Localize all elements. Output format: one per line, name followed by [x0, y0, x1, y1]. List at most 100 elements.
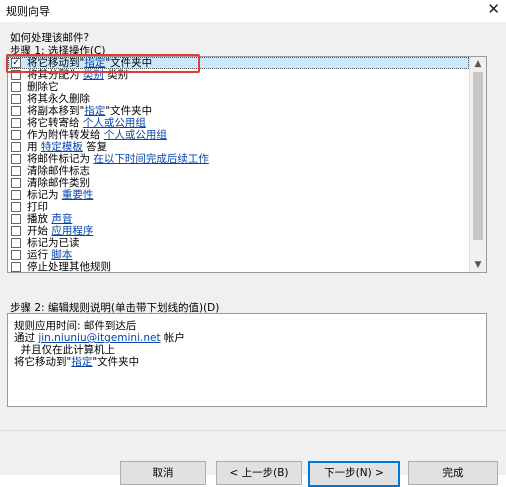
action-text: 作为附件转发给 [27, 129, 104, 141]
action-text: 删除它 [27, 81, 59, 93]
action-item[interactable]: ✓ 将它移动到"指定"文件夹中 [8, 57, 469, 69]
action-label: 作为附件转发给 个人或公用组 [27, 129, 167, 141]
action-checkbox[interactable] [11, 166, 21, 176]
action-item[interactable]: 清除邮件标志 [8, 165, 469, 177]
action-label: 运行 脚本 [27, 249, 72, 261]
finish-button[interactable]: 完成 [408, 461, 498, 485]
action-checkbox[interactable] [11, 70, 21, 80]
rule-description-box: 规则应用时间: 邮件到达后 通过 jin.niuniu@itgemini.net … [7, 313, 487, 407]
action-link[interactable]: 类别 [83, 69, 104, 81]
description-text: 帐户 [160, 332, 185, 344]
action-checkbox[interactable] [11, 202, 21, 212]
action-text: "文件夹中 [105, 105, 153, 117]
action-list-scrollbar[interactable]: ▲ ▼ [469, 57, 486, 272]
next-button[interactable]: 下一步(N) > [308, 461, 400, 487]
description-link[interactable]: 指定 [71, 356, 92, 368]
action-text: 停止处理其他规则 [27, 261, 111, 273]
action-text: 开始 [27, 225, 52, 237]
scroll-up-icon[interactable]: ▲ [470, 57, 486, 71]
action-item[interactable]: 删除它 [8, 81, 469, 93]
action-link[interactable]: 声音 [51, 213, 72, 225]
scroll-thumb[interactable] [473, 72, 483, 240]
action-link[interactable]: 指定 [84, 105, 105, 117]
action-text: 播放 [27, 213, 52, 225]
action-item[interactable]: 将邮件标记为 在以下时间完成后续工作 [8, 153, 469, 165]
action-text: 将它转寄给 [27, 117, 83, 129]
action-item[interactable]: 清除邮件类别 [8, 177, 469, 189]
button-bar: 取消 < 上一步(B) 下一步(N) > 完成 [0, 430, 506, 487]
action-checkbox[interactable] [11, 190, 21, 200]
action-checkbox[interactable] [11, 130, 21, 140]
action-checkbox[interactable] [11, 250, 21, 260]
action-text: 清除邮件标志 [27, 165, 90, 177]
action-text: 运行 [27, 249, 52, 261]
action-label: 用 特定模板 答复 [27, 141, 107, 153]
action-label: 标记为 重要性 [27, 189, 93, 201]
action-checkbox[interactable] [11, 142, 21, 152]
action-text: 清除邮件类别 [27, 177, 90, 189]
description-line: 将它移动到"指定"文件夹中 [14, 354, 139, 369]
action-item[interactable]: 打印 [8, 201, 469, 213]
action-list[interactable]: ▲ ▼ ✓ 将它移动到"指定"文件夹中 将其分配为 类别 类别 删除它 将其永久删除 将副… [7, 56, 487, 273]
action-label: 停止处理其他规则 [27, 261, 111, 273]
action-checkbox[interactable] [11, 82, 21, 92]
title-bar: 规则向导 ✕ [0, 0, 506, 22]
action-checkbox[interactable] [11, 238, 21, 248]
action-item[interactable]: 开始 应用程序 [8, 225, 469, 237]
action-checkbox[interactable] [11, 94, 21, 104]
action-item[interactable]: 将其永久删除 [8, 93, 469, 105]
action-label: 将它转寄给 个人或公用组 [27, 117, 146, 129]
action-checkbox[interactable] [11, 154, 21, 164]
action-text: 类别 [103, 69, 129, 81]
action-label: 将副本移到"指定"文件夹中 [27, 105, 152, 117]
action-item[interactable]: 将其分配为 类别 类别 [8, 69, 469, 81]
action-checkbox[interactable] [11, 178, 21, 188]
action-item[interactable]: 作为附件转发给 个人或公用组 [8, 129, 469, 141]
cancel-button[interactable]: 取消 [120, 461, 206, 485]
action-item[interactable]: 停止处理其他规则 [8, 261, 469, 273]
action-link[interactable]: 特定模板 [41, 141, 83, 153]
action-label: 将其分配为 类别 类别 [27, 69, 128, 81]
action-text: 标记为 [27, 189, 62, 201]
action-link[interactable]: 个人或公用组 [104, 129, 167, 141]
action-text: 打印 [27, 201, 48, 213]
action-checkbox[interactable]: ✓ [11, 58, 21, 68]
action-item[interactable]: 将它转寄给 个人或公用组 [8, 117, 469, 129]
action-item[interactable]: 标记为 重要性 [8, 189, 469, 201]
back-button[interactable]: < 上一步(B) [216, 461, 302, 485]
action-link[interactable]: 个人或公用组 [83, 117, 146, 129]
action-item[interactable]: 运行 脚本 [8, 249, 469, 261]
description-text: "文件夹中 [92, 356, 140, 368]
action-text: 将其永久删除 [27, 93, 90, 105]
action-label: 将它移动到"指定"文件夹中 [27, 57, 152, 69]
close-icon[interactable]: ✕ [487, 0, 500, 18]
action-label: 删除它 [27, 81, 59, 93]
action-checkbox[interactable] [11, 214, 21, 224]
action-item[interactable]: 播放 声音 [8, 213, 469, 225]
action-checkbox[interactable] [11, 106, 21, 116]
action-item[interactable]: 用 特定模板 答复 [8, 141, 469, 153]
action-link[interactable]: 在以下时间完成后续工作 [93, 153, 209, 165]
action-text: "文件夹中 [105, 57, 153, 69]
action-text: 将邮件标记为 [27, 153, 94, 165]
action-checkbox[interactable] [11, 226, 21, 236]
action-link[interactable]: 重要性 [62, 189, 94, 201]
action-link[interactable]: 脚本 [51, 249, 72, 261]
action-label: 清除邮件类别 [27, 177, 90, 189]
action-text: 将它移动到" [27, 57, 85, 69]
action-checkbox[interactable] [11, 262, 21, 272]
action-label: 将其永久删除 [27, 93, 90, 105]
action-text: 用 [27, 141, 41, 153]
action-item[interactable]: 将副本移到"指定"文件夹中 [8, 105, 469, 117]
description-text: 将它移动到" [14, 356, 72, 368]
action-link[interactable]: 应用程序 [51, 225, 93, 237]
action-label: 打印 [27, 201, 48, 213]
action-link[interactable]: 指定 [84, 57, 105, 69]
action-item[interactable]: 标记为已读 [8, 237, 469, 249]
action-label: 标记为已读 [27, 237, 80, 249]
window-title: 规则向导 [6, 5, 50, 18]
rules-wizard-dialog: 如何处理该邮件? 步骤 1: 选择操作(C) ▲ ▼ ✓ 将它移动到"指定"文件夹… [0, 22, 506, 487]
scroll-down-icon[interactable]: ▼ [470, 258, 486, 272]
action-checkbox[interactable] [11, 118, 21, 128]
action-text: 答复 [82, 141, 108, 153]
